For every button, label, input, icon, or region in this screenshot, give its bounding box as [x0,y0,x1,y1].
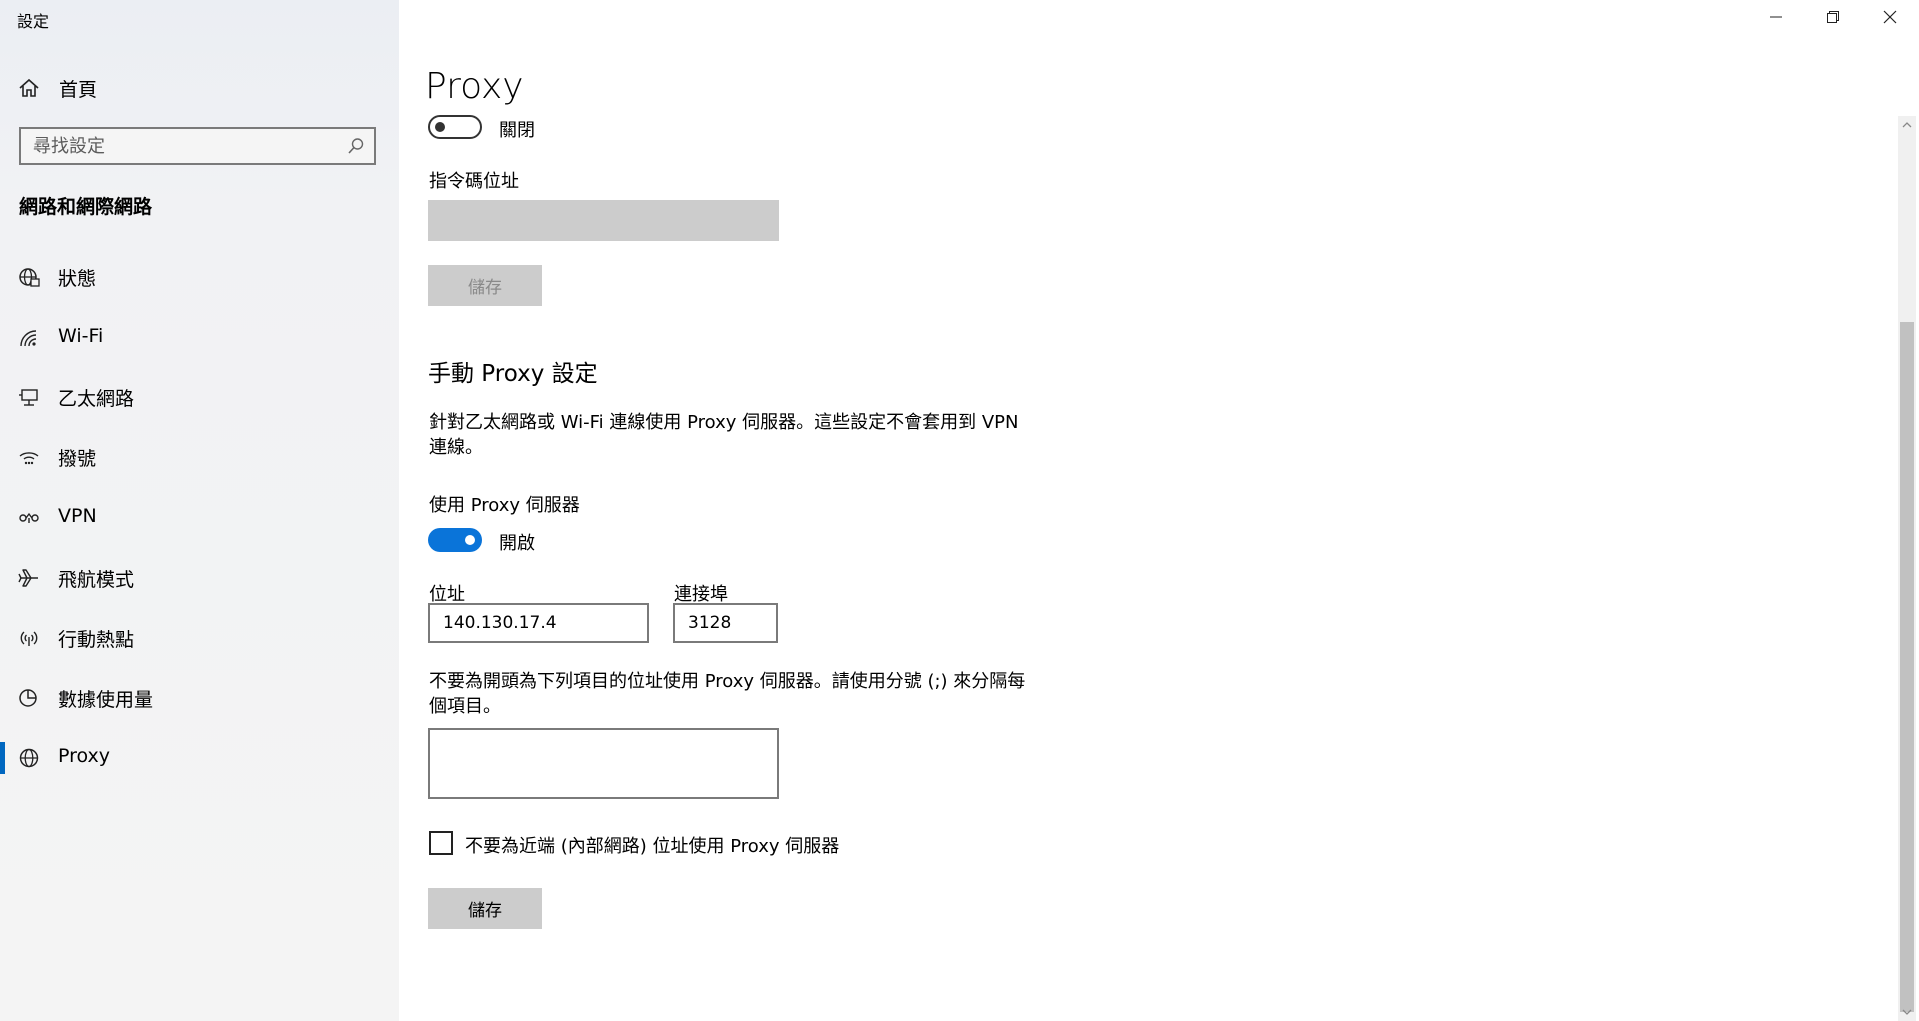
close-icon [1883,10,1897,24]
script-address-field[interactable] [428,200,779,241]
port-field[interactable] [673,603,778,643]
sidebar-item-wifi[interactable]: Wi-Fi [0,314,399,362]
local-bypass-checkbox[interactable] [429,831,453,855]
script-address-label: 指令碼位址 [429,171,519,192]
search-box[interactable] [19,127,376,165]
wifi-icon [20,330,37,347]
exceptions-field[interactable] [428,728,779,799]
script-toggle[interactable] [428,115,482,139]
window-title: 設定 [17,12,50,31]
hotspot-icon [20,631,38,646]
sidebar-item-label: 飛航模式 [58,569,135,591]
sidebar-item-label: 乙太網路 [58,388,135,410]
sidebar-item-proxy[interactable]: Proxy [0,734,399,782]
scrollbar-thumb[interactable] [1900,322,1914,1012]
scroll-down-button[interactable] [1900,1005,1914,1019]
use-proxy-state: 開啟 [499,533,535,554]
home-icon [19,78,39,97]
use-proxy-label: 使用 Proxy 伺服器 [429,495,580,516]
home-nav-item[interactable]: 首頁 [18,74,97,102]
data-usage-icon [19,689,37,707]
sidebar-item-label: 撥號 [58,448,97,470]
manual-save-button[interactable]: 儲存 [428,888,542,929]
local-bypass-label: 不要為近端 (內部網路) 位址使用 Proxy 伺服器 [465,836,840,857]
dialup-icon [19,452,39,465]
sidebar-item-label: VPN [58,505,97,527]
sidebar: 設定 首頁 網路和網際網路 狀態 Wi-Fi [0,0,399,1021]
sidebar-item-dialup[interactable]: 撥號 [0,433,399,481]
page-title: Proxy [425,66,524,107]
sidebar-item-label: 狀態 [58,268,97,290]
vpn-icon [19,512,39,523]
globe-icon [19,748,39,768]
use-proxy-toggle[interactable] [428,528,482,552]
script-toggle-state: 關閉 [499,120,535,141]
chevron-down-icon [1902,1009,1912,1015]
minimize-icon [1770,16,1782,18]
airplane-icon [18,569,38,587]
exceptions-label: 不要為開頭為下列項目的位址使用 Proxy 伺服器。請使用分號 (;) 來分隔每… [429,671,1026,717]
search-input[interactable] [33,129,333,163]
chevron-up-icon [1902,122,1912,128]
section-title: 網路和網際網路 [19,196,153,218]
sidebar-item-airplane[interactable]: 飛航模式 [0,554,399,602]
restore-button[interactable] [1805,0,1861,34]
sidebar-item-vpn[interactable]: VPN [0,494,399,542]
restore-icon [1827,11,1839,23]
close-button[interactable] [1862,0,1918,34]
home-label: 首頁 [59,78,98,101]
sidebar-item-status[interactable]: 狀態 [0,253,399,301]
sidebar-item-label: Proxy [58,745,111,767]
sidebar-item-data-usage[interactable]: 數據使用量 [0,674,399,722]
sidebar-item-hotspot[interactable]: 行動熱點 [0,614,399,662]
sidebar-item-ethernet[interactable]: 乙太網路 [0,373,399,421]
ethernet-icon [19,389,38,406]
manual-proxy-description: 針對乙太網路或 Wi-Fi 連線使用 Proxy 伺服器。這些設定不會套用到 V… [429,412,1019,458]
search-icon[interactable] [347,137,365,155]
minimize-button[interactable] [1748,0,1804,34]
scroll-up-button[interactable] [1900,118,1914,132]
manual-proxy-heading: 手動 Proxy 設定 [428,361,598,387]
address-field[interactable] [428,603,649,643]
globe-status-icon [19,268,40,287]
sidebar-item-label: Wi-Fi [58,325,104,347]
script-save-button[interactable]: 儲存 [428,265,542,306]
sidebar-item-label: 行動熱點 [58,629,135,651]
sidebar-item-label: 數據使用量 [58,689,154,711]
